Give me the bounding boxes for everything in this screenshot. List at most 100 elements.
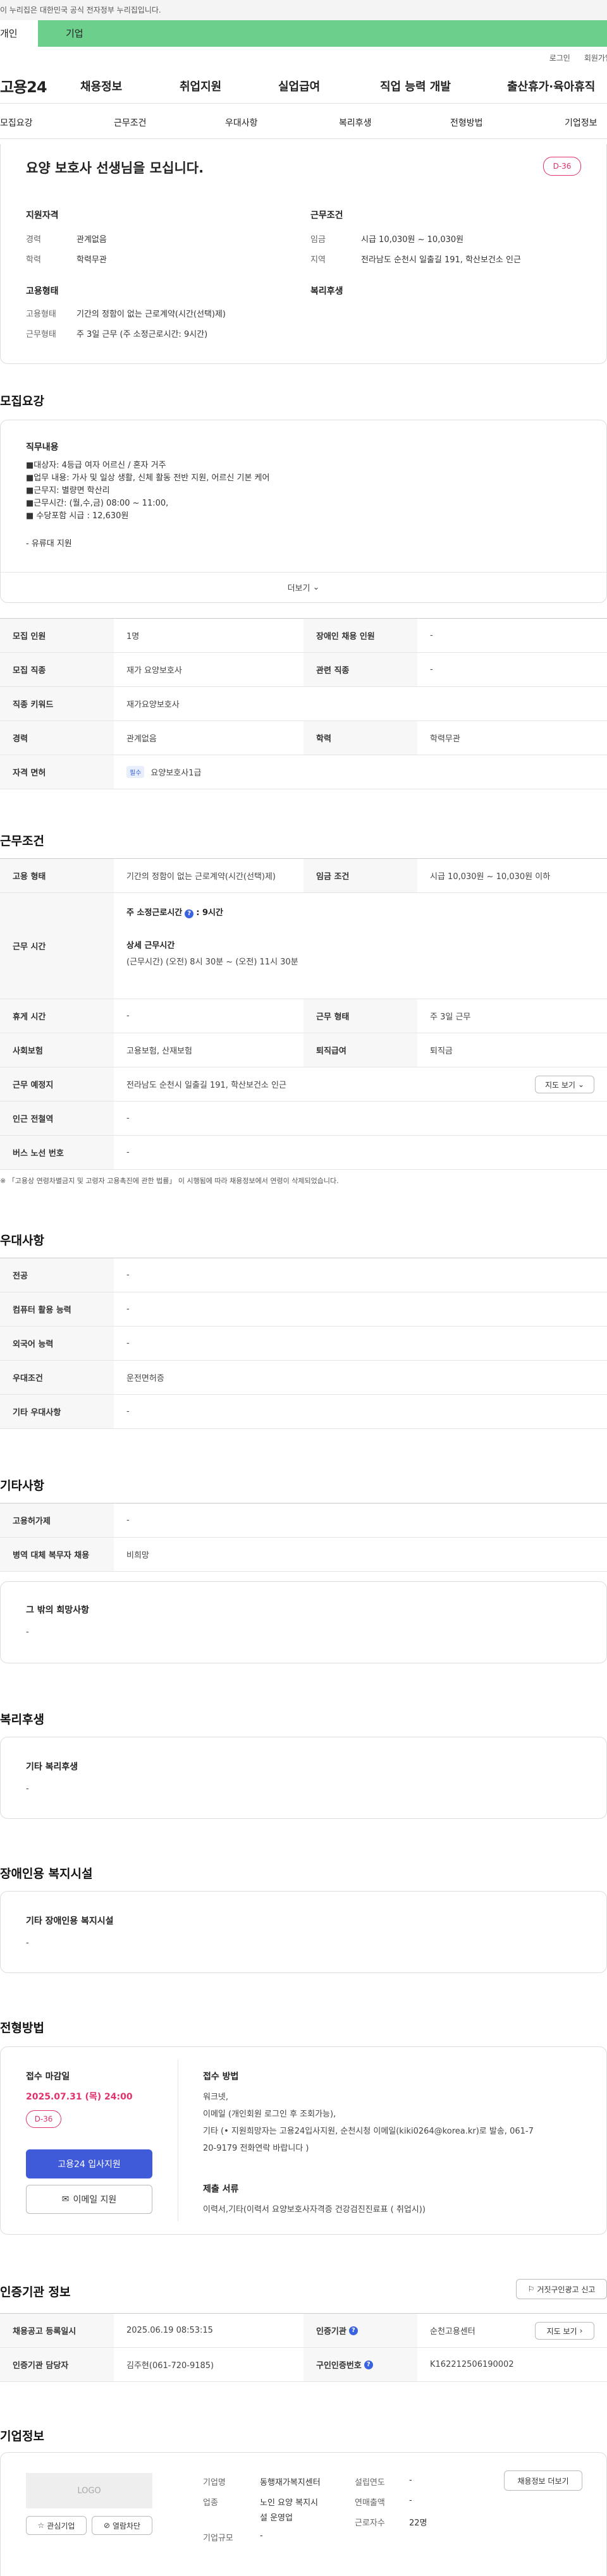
- report-button[interactable]: ⚐ 거짓구인광고 신고: [516, 2279, 607, 2299]
- industry-line2: 설 운영업: [260, 2513, 293, 2523]
- employees-label: 근로자수: [355, 2518, 385, 2528]
- job-line: ■ 수당포함 시급 : 12,630원: [26, 511, 129, 521]
- gnb-item-leave[interactable]: 출산휴가·육아휴직: [507, 78, 595, 94]
- edu-value: 학력무관: [77, 255, 107, 265]
- job-desc-card: 직무내용 ■대상자: 4등급 여자 어르신 / 혼자 거주 ■업무 내용: 가사…: [0, 420, 607, 603]
- th: 인증기관 담당자: [0, 2348, 114, 2381]
- help-icon[interactable]: ?: [185, 909, 194, 918]
- sales-label: 연매출액: [355, 2498, 385, 2508]
- work-label: 근무형태: [26, 330, 56, 339]
- company-card: LOGO ☆ 관심기업 ⊘ 열람차단 기업명 동행재가복지센터 업종 노인 요양 복…: [0, 2452, 607, 2576]
- emp-value: 기간의 정함이 없는 근로계약(시간(선택)제): [77, 310, 226, 319]
- th: 기타 우대사항: [0, 1395, 114, 1428]
- th: 모집 인원: [0, 619, 114, 652]
- help-icon[interactable]: ?: [348, 2326, 358, 2335]
- td: 김주현(061-720-9185): [126, 2361, 214, 2371]
- td: 고용보험, 산재보험: [126, 1047, 192, 1056]
- weekly-hours-value: : 9시간: [196, 908, 223, 918]
- gnb-item-employment-support[interactable]: 취업지원: [180, 78, 221, 94]
- company-logo: LOGO: [26, 2473, 152, 2508]
- chevron-right-icon: ›: [579, 2326, 583, 2335]
- career-value: 관계없음: [77, 235, 107, 245]
- site-logo[interactable]: 고용24: [0, 75, 70, 97]
- favorite-company-button[interactable]: ☆ 관심기업: [26, 2516, 87, 2535]
- dday-badge: D-36: [26, 2110, 61, 2128]
- table-row: 기타 우대사항 -: [0, 1395, 607, 1429]
- th: 퇴직급여: [304, 1033, 417, 1067]
- signup-link[interactable]: 회원가입: [584, 52, 607, 63]
- td: -: [126, 1339, 130, 1348]
- th: 구인인증번호?: [304, 2348, 417, 2381]
- tab-company[interactable]: 기업: [38, 20, 607, 47]
- block-company-button[interactable]: ⊘ 열람차단: [92, 2516, 152, 2535]
- method-body: 워크넷, 이메일 (개인회원 로그인 후 조회가능), 기타 (• 지원희망자는…: [203, 2089, 582, 2157]
- emp-label: 고용형태: [26, 310, 56, 319]
- more-label: 더보기: [287, 584, 310, 593]
- job-desc-title: 직무내용: [26, 442, 59, 453]
- th: 우대조건: [0, 1361, 114, 1394]
- etc-heading: 기타사항: [0, 1479, 44, 1493]
- snav-recruit[interactable]: 모집요강: [0, 116, 33, 129]
- td: 주 3일 근무: [430, 1012, 471, 1022]
- welfare-value: -: [26, 1784, 29, 1794]
- th: 병역 대체 복무자 채용: [0, 1538, 114, 1571]
- gnb-item-unemployment[interactable]: 실업급여: [278, 78, 320, 94]
- td: 재가 요양보호사: [126, 666, 182, 676]
- table-row: 컴퓨터 활용 능력 -: [0, 1292, 607, 1327]
- apply-button[interactable]: 고용24 입사지원: [26, 2149, 152, 2178]
- email-apply-button[interactable]: ✉ 이메일 지원: [26, 2185, 152, 2214]
- method-line: 기타 (• 지원희망자는 고용24입사지원, 순천시청 이메일(kiki0264…: [203, 2127, 534, 2136]
- snav-company[interactable]: 기업정보: [565, 116, 598, 129]
- work-value: 주 3일 근무 (주 소정근로시간: 9시간): [77, 330, 208, 339]
- section-nav: 모집요강 근무조건 우대사항 복리후생 전형방법 기업정보: [0, 104, 607, 139]
- area-label: 지역: [310, 255, 326, 265]
- job-line: ■대상자: 4등급 여자 어르신 / 혼자 거주: [26, 461, 166, 470]
- company-name-label: 기업명: [203, 2478, 226, 2488]
- cond-title: 근무조건: [310, 210, 343, 221]
- recruit-heading: 모집요강: [0, 394, 44, 408]
- th: 자격 면허: [0, 755, 114, 789]
- table-row: 근무 시간 주 소정근로시간?: 9시간 상세 근무시간 (근무시간) (오전)…: [0, 893, 607, 999]
- user-type-tabs: 개인 기업: [0, 20, 607, 47]
- td: -: [430, 631, 433, 640]
- table-row: 전공 -: [0, 1258, 607, 1292]
- gnb-item-jobs[interactable]: 채용정보: [80, 78, 122, 94]
- th: 인증기관?: [304, 2314, 417, 2347]
- tab-personal[interactable]: 개인: [0, 20, 38, 47]
- apply-heading: 전형방법: [0, 2021, 44, 2035]
- help-icon[interactable]: ?: [364, 2360, 373, 2369]
- map-button[interactable]: 지도 보기 ⌄: [535, 1076, 594, 1093]
- login-link[interactable]: 로그인: [549, 52, 570, 63]
- cert-table: 채용공고 등록일시 2025.06.19 08:53:15 인증기관? 순천고용센터…: [0, 2313, 607, 2382]
- th: 고용허가제: [0, 1504, 114, 1537]
- th: 외국어 능력: [0, 1327, 114, 1360]
- welfare-card: 기타 복리후생 -: [0, 1737, 607, 1819]
- td: 관계없음: [126, 734, 157, 744]
- cert-map-button[interactable]: 지도 보기 ›: [535, 2322, 594, 2340]
- other-wish-card: 그 밖의 희망사항 -: [0, 1581, 607, 1663]
- snav-apply[interactable]: 전형방법: [450, 116, 483, 129]
- weekly-hours: 주 소정근로시간?: 9시간: [126, 906, 223, 918]
- required-badge: 필수: [126, 766, 145, 778]
- th: 직종 키워드: [0, 687, 114, 720]
- table-row: 모집 직종 재가 요양보호사 관련 직종 -: [0, 653, 607, 687]
- snav-preference[interactable]: 우대사항: [225, 116, 258, 129]
- td: 학력무관: [430, 734, 460, 744]
- more-button[interactable]: 더보기 ⌄: [1, 572, 606, 602]
- th: 휴게 시간: [0, 999, 114, 1033]
- snav-welfare[interactable]: 복리후생: [339, 116, 372, 129]
- conditions-heading: 근무조건: [0, 834, 44, 848]
- apply-card: 접수 마감일 2025.07.31 (목) 24:00 D-36 고용24 입사…: [0, 2046, 607, 2235]
- edu-label: 학력: [26, 255, 41, 265]
- table-row: 사회보험 고용보험, 산재보험 퇴직급여 퇴직금: [0, 1033, 607, 1067]
- gnb-item-training[interactable]: 직업 능력 개발: [380, 78, 451, 94]
- table-row: 직종 키워드 재가요양보호사: [0, 687, 607, 721]
- th: 모집 직종: [0, 653, 114, 686]
- th: 학력: [304, 721, 417, 755]
- td: K162212506190002: [430, 2360, 514, 2369]
- snav-conditions[interactable]: 근무조건: [114, 116, 147, 129]
- hours-detail: (근무시간) (오전) 8시 30분 ~ (오전) 11시 30분: [126, 957, 298, 967]
- deadline-value: 2025.07.31 (목) 24:00: [26, 2092, 133, 2102]
- job-desc-body: ■대상자: 4등급 여자 어르신 / 혼자 거주 ■업무 내용: 가사 및 일상…: [26, 459, 269, 550]
- more-jobs-button[interactable]: 채용정보 더보기: [504, 2470, 582, 2491]
